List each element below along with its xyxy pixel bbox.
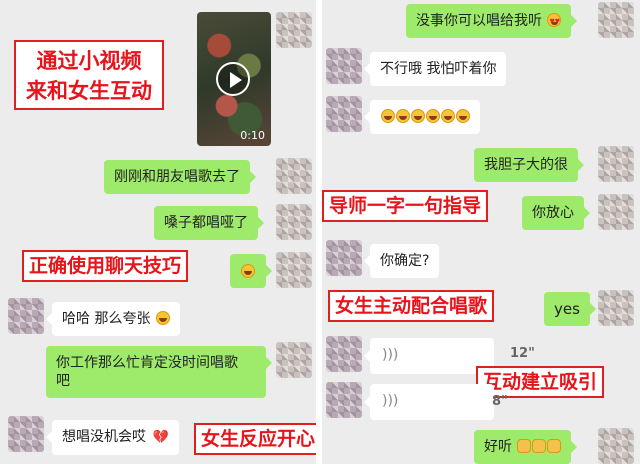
message-text: 你放心 bbox=[532, 205, 574, 221]
message-text: 我胆子大的很 bbox=[484, 157, 568, 173]
broken-heart-icon: 💔 bbox=[152, 430, 169, 445]
left-chat-panel: 0:10 通过小视频 来和女生互动 刚刚和朋友唱歌去了 嗓子都唱哑了 正确使用聊… bbox=[0, 0, 316, 464]
message-bubble[interactable]: 没事你可以唱给我听 bbox=[406, 4, 578, 38]
avatar[interactable] bbox=[326, 96, 362, 132]
message-bubble[interactable]: yes bbox=[544, 292, 596, 326]
message-text: 想唱没机会哎 bbox=[62, 429, 146, 445]
message-bubble[interactable]: 你放心 bbox=[522, 196, 590, 230]
message-text: 没事你可以唱给我听 bbox=[416, 13, 542, 29]
message-bubble[interactable]: 你工作那么忙肯定没时间唱歌 吧 bbox=[46, 346, 272, 398]
annotation-line: 通过小视频 bbox=[36, 49, 142, 73]
message-text: 嗓子都唱哑了 bbox=[164, 215, 248, 231]
avatar[interactable] bbox=[326, 382, 362, 418]
message-text: yes bbox=[554, 300, 580, 318]
avatar[interactable] bbox=[598, 290, 634, 326]
annotation-line: 来和女生互动 bbox=[26, 79, 152, 103]
avatar[interactable] bbox=[598, 428, 634, 464]
avatar[interactable] bbox=[8, 416, 44, 452]
voice-message[interactable]: ))) bbox=[364, 384, 494, 420]
annotation-mentor-guidance: 导师一字一句指导 bbox=[322, 190, 489, 222]
avatar[interactable] bbox=[326, 240, 362, 276]
message-bubble[interactable]: 刚刚和朋友唱歌去了 bbox=[104, 160, 256, 194]
message-text: 哈哈 那么夸张 bbox=[62, 311, 151, 327]
video-message[interactable]: 0:10 bbox=[197, 12, 271, 146]
message-bubble[interactable]: 哈哈 那么夸张 bbox=[46, 302, 180, 336]
clap-emoji-icon bbox=[517, 439, 532, 453]
avatar[interactable] bbox=[276, 158, 312, 194]
annotation-chat-skills: 正确使用聊天技巧 bbox=[22, 250, 189, 282]
voice-wave-icon: ))) bbox=[382, 393, 399, 409]
message-text: 你工作那么忙肯定没时间唱歌 bbox=[56, 355, 238, 371]
laugh-emoji-icon bbox=[396, 109, 410, 123]
avatar[interactable] bbox=[598, 146, 634, 182]
avatar[interactable] bbox=[276, 252, 312, 288]
right-chat-panel: 没事你可以唱给我听 不行哦 我怕吓着你 我胆子大的很 导师一字一句指导 你放心 … bbox=[322, 0, 640, 464]
clap-emoji-icon bbox=[532, 439, 547, 453]
avatar[interactable] bbox=[276, 12, 312, 48]
message-bubble[interactable]: 我胆子大的很 bbox=[474, 148, 584, 182]
laugh-emoji-icon bbox=[241, 264, 255, 278]
avatar[interactable] bbox=[276, 342, 312, 378]
message-text: 吧 bbox=[56, 373, 70, 389]
avatar[interactable] bbox=[326, 48, 362, 84]
avatar[interactable] bbox=[8, 298, 44, 334]
message-text: 好听 bbox=[484, 439, 512, 455]
annotation-girl-sings: 女生主动配合唱歌 bbox=[328, 290, 495, 322]
message-text: 刚刚和朋友唱歌去了 bbox=[114, 169, 240, 185]
message-text: 不行哦 我怕吓着你 bbox=[380, 61, 497, 77]
clap-emoji-icon bbox=[547, 439, 562, 453]
heart-eyes-emoji-icon bbox=[547, 13, 562, 31]
voice-duration: 8" bbox=[492, 394, 508, 409]
voice-duration: 12" bbox=[510, 346, 535, 361]
play-icon[interactable] bbox=[216, 62, 250, 96]
laugh-emoji-icon bbox=[441, 109, 455, 123]
message-bubble[interactable] bbox=[364, 100, 480, 134]
avatar[interactable] bbox=[598, 194, 634, 230]
laugh-emoji-icon bbox=[381, 109, 395, 123]
annotation-girl-happy: 女生反应开心 bbox=[194, 423, 316, 455]
avatar[interactable] bbox=[326, 336, 362, 372]
laugh-emoji-icon bbox=[456, 109, 470, 123]
avatar[interactable] bbox=[598, 2, 634, 38]
laugh-emoji-icon bbox=[411, 109, 425, 123]
message-bubble[interactable]: 不行哦 我怕吓着你 bbox=[363, 52, 507, 86]
annotation-video-interaction: 通过小视频 来和女生互动 bbox=[14, 40, 164, 110]
avatar[interactable] bbox=[276, 204, 312, 240]
message-text: 你确定? bbox=[380, 253, 430, 269]
video-duration: 0:10 bbox=[240, 129, 265, 142]
message-bubble[interactable]: 嗓子都唱哑了 bbox=[154, 206, 264, 240]
laugh-emoji-icon bbox=[426, 109, 440, 123]
laugh-emoji-icon bbox=[155, 311, 170, 325]
message-bubble[interactable]: 好听 bbox=[474, 430, 578, 464]
message-bubble[interactable] bbox=[230, 254, 272, 288]
message-bubble[interactable]: 你确定? bbox=[363, 244, 440, 278]
voice-wave-icon: ))) bbox=[382, 347, 399, 363]
message-bubble[interactable]: 想唱没机会哎 💔 bbox=[46, 420, 179, 455]
